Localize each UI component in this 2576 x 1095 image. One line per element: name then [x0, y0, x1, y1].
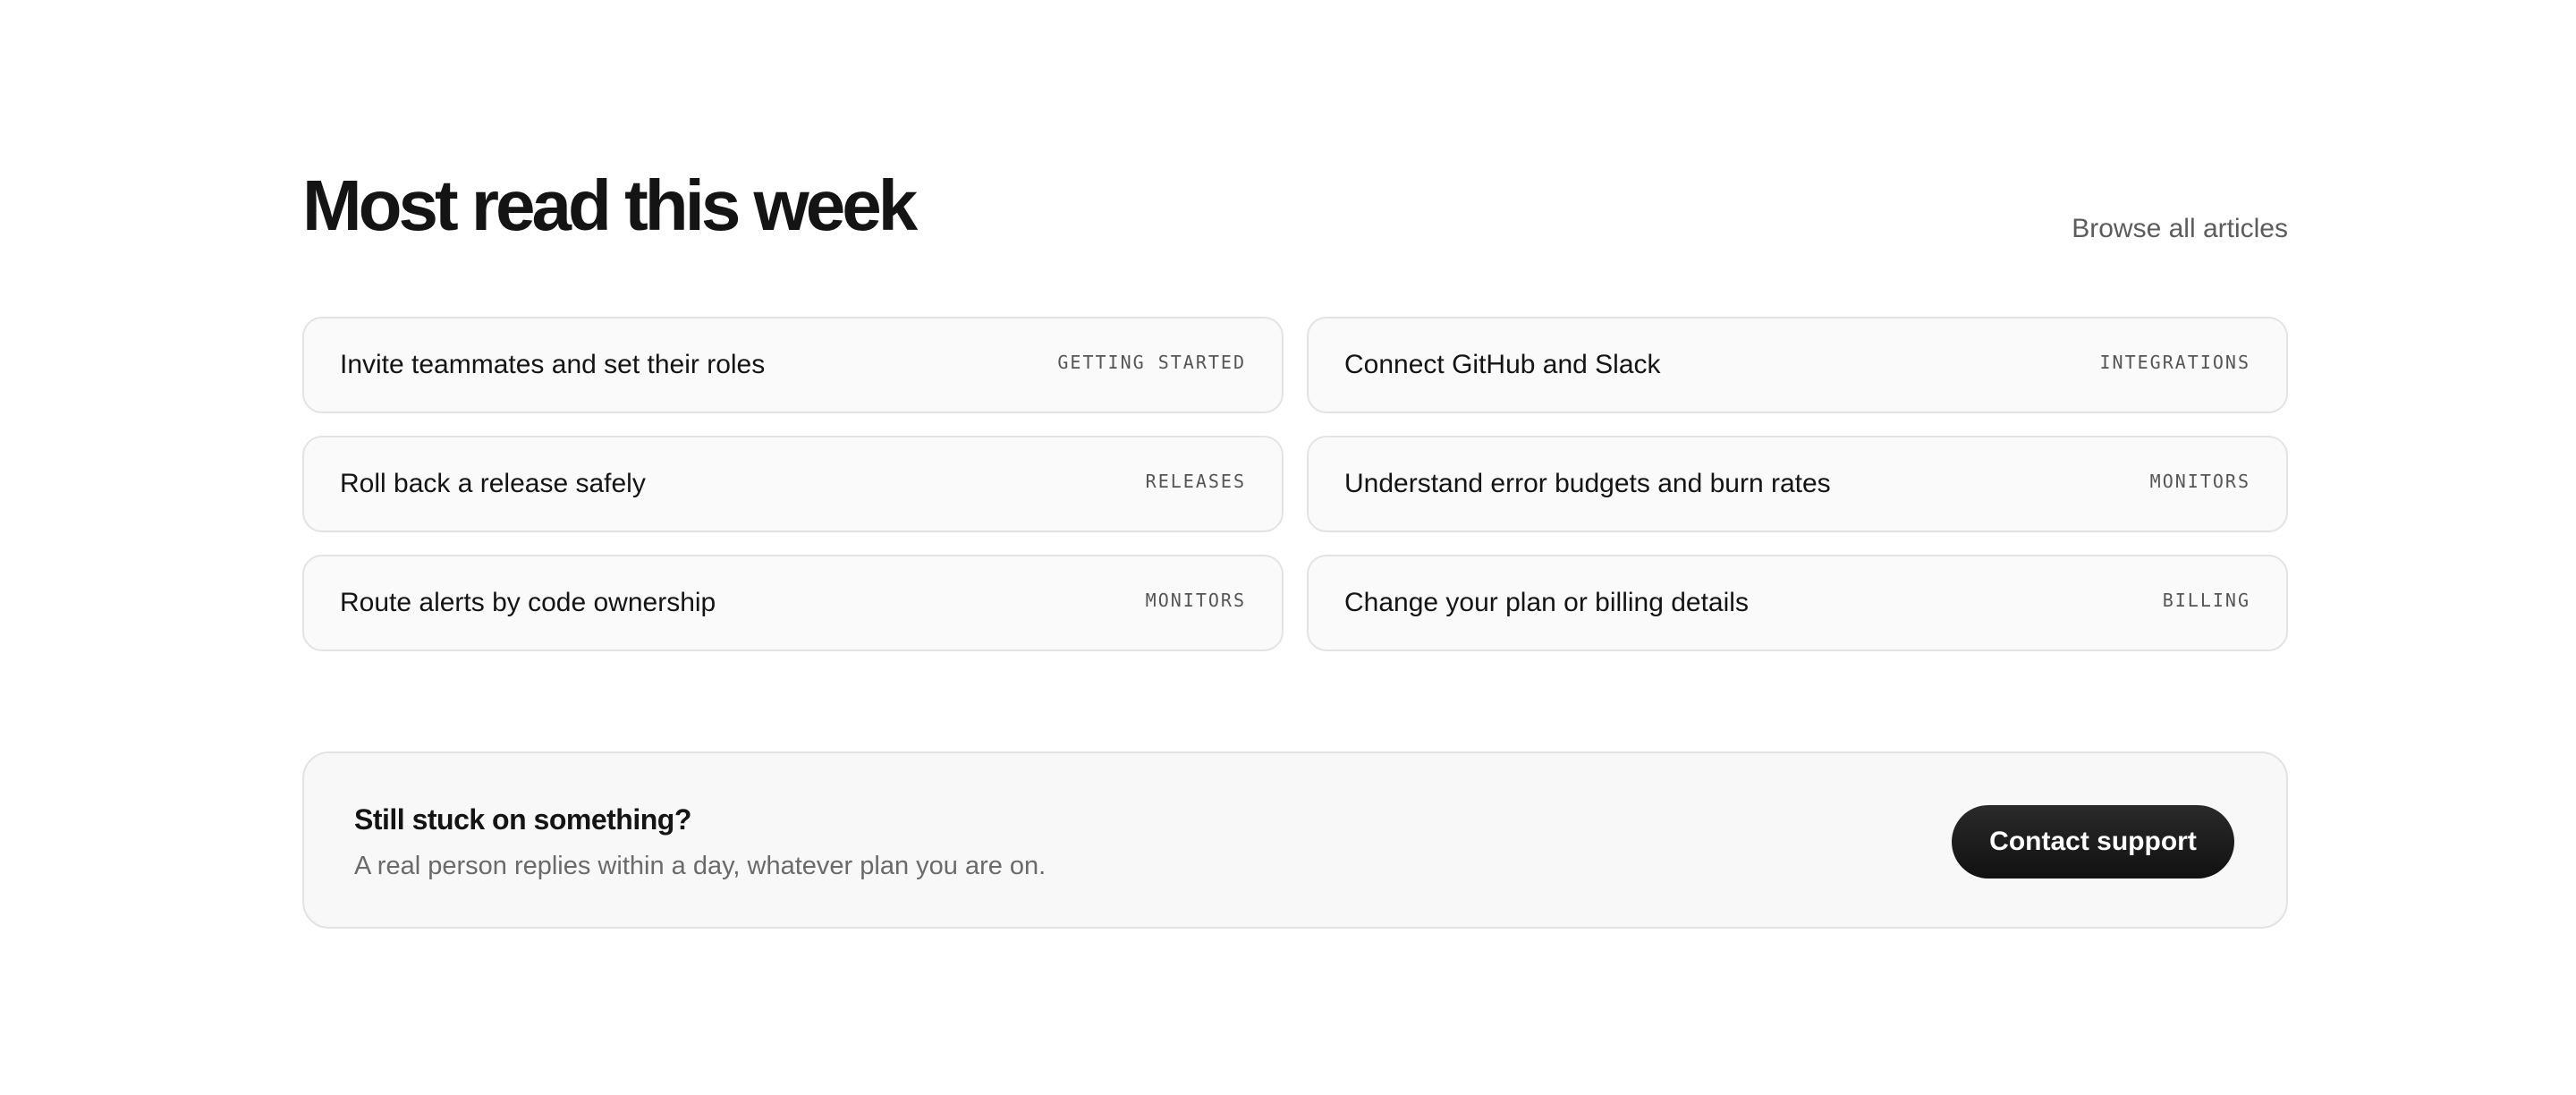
- article-category-tag: INTEGRATIONS: [2099, 352, 2250, 373]
- article-card-change-plan-billing[interactable]: Change your plan or billing details BILL…: [1307, 555, 2288, 651]
- article-title: Connect GitHub and Slack: [1344, 350, 1661, 379]
- article-category-tag: RELEASES: [1145, 471, 1246, 492]
- support-title: Still stuck on something?: [354, 803, 691, 836]
- article-card-route-alerts[interactable]: Route alerts by code ownership MONITORS: [302, 555, 1284, 651]
- support-banner: Still stuck on something? A real person …: [302, 751, 2288, 929]
- contact-support-button[interactable]: Contact support: [1952, 805, 2234, 879]
- page-title: Most read this week: [302, 166, 918, 245]
- support-description: A real person replies within a day, what…: [354, 852, 1046, 880]
- article-category-tag: BILLING: [2162, 590, 2250, 611]
- article-category-tag: MONITORS: [2149, 471, 2250, 492]
- browse-all-articles-link[interactable]: Browse all articles: [2072, 208, 2288, 250]
- article-card-roll-back-release[interactable]: Roll back a release safely RELEASES: [302, 436, 1284, 532]
- article-title: Roll back a release safely: [340, 469, 646, 498]
- section-header: Most read this week Browse all articles: [302, 161, 2288, 286]
- article-card-invite-teammates[interactable]: Invite teammates and set their roles GET…: [302, 317, 1284, 413]
- article-title: Understand error budgets and burn rates: [1344, 469, 1831, 498]
- article-category-tag: MONITORS: [1145, 590, 1246, 611]
- article-card-connect-github-slack[interactable]: Connect GitHub and Slack INTEGRATIONS: [1307, 317, 2288, 413]
- article-card-error-budgets[interactable]: Understand error budgets and burn rates …: [1307, 436, 2288, 532]
- article-category-tag: GETTING STARTED: [1057, 352, 1246, 373]
- article-title: Route alerts by code ownership: [340, 588, 716, 617]
- article-grid: Invite teammates and set their roles GET…: [302, 317, 2288, 651]
- article-title: Invite teammates and set their roles: [340, 350, 766, 379]
- most-read-section: Most read this week Browse all articles …: [302, 161, 2288, 651]
- article-title: Change your plan or billing details: [1344, 588, 1749, 617]
